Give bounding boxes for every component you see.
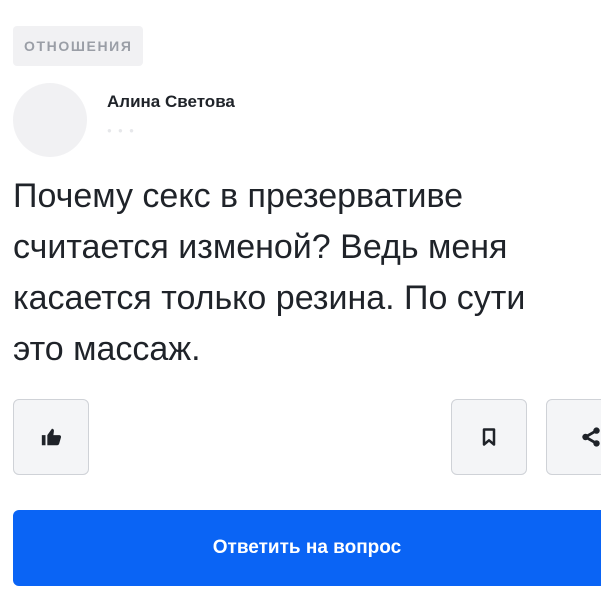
author-name[interactable]: Алина Светова (107, 92, 235, 112)
bookmark-icon (482, 428, 496, 446)
answer-button-label: Ответить на вопрос (212, 537, 402, 558)
thumbs-up-icon (41, 428, 62, 446)
share-button[interactable] (546, 399, 601, 475)
meta-placeholder: ● ● ● (107, 126, 136, 135)
question-text: Почему секс в презервативе считается изм… (13, 177, 526, 368)
avatar[interactable] (13, 83, 87, 157)
like-button[interactable] (13, 399, 89, 475)
category-badge[interactable]: ОТНОШЕНИЯ (13, 26, 144, 66)
share-icon (582, 427, 600, 447)
bookmark-button[interactable] (451, 399, 527, 475)
question-card: ОТНОШЕНИЯ Алина Светова ● ● ● Почему сек… (0, 0, 601, 600)
answer-question-button[interactable]: Ответить на вопрос (13, 510, 601, 586)
